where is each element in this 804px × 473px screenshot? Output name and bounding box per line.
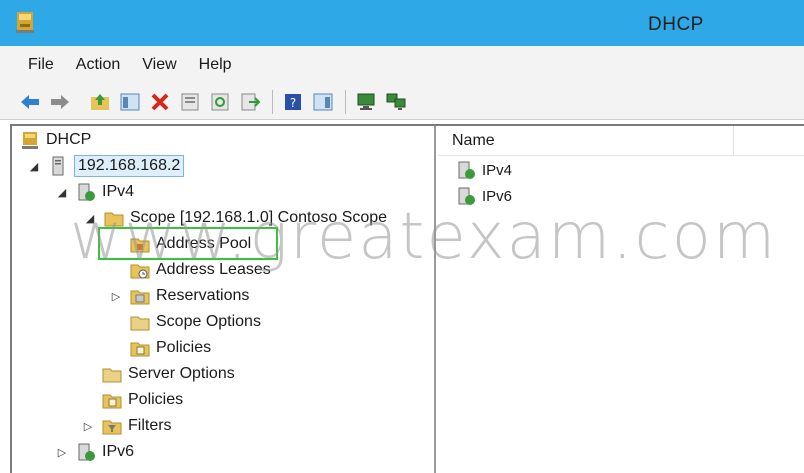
results-pane[interactable]: Name IPv4 IPv6 bbox=[438, 126, 804, 473]
server-icon bbox=[48, 156, 68, 176]
forward-arrow-icon[interactable] bbox=[48, 90, 72, 114]
server-options-folder-icon bbox=[102, 364, 122, 384]
dhcp-app-icon bbox=[14, 10, 36, 34]
tree-item-reservations[interactable]: ▷ Reservations bbox=[110, 284, 249, 308]
tree-item-filters[interactable]: ▷ Filters bbox=[82, 414, 172, 438]
action-pane-icon[interactable] bbox=[311, 90, 335, 114]
tree-item-address-pool[interactable]: Address Pool bbox=[130, 232, 251, 256]
tree-label-reservations: Reservations bbox=[156, 287, 250, 304]
tree-item-ipv6[interactable]: ▷ IPv6 bbox=[56, 440, 134, 464]
up-folder-icon[interactable] bbox=[88, 90, 112, 114]
tree-label-ipv4: IPv4 bbox=[102, 183, 135, 200]
list-item[interactable]: IPv6 bbox=[456, 184, 512, 208]
expanded-triangle-icon[interactable]: ◢ bbox=[56, 186, 68, 199]
tree-item-dhcp[interactable]: DHCP bbox=[20, 128, 91, 152]
filters-folder-icon bbox=[102, 416, 122, 436]
tree-label-server: 192.168.168.2 bbox=[74, 155, 185, 177]
menu-action[interactable]: Action bbox=[76, 56, 120, 74]
menu-view[interactable]: View bbox=[142, 56, 176, 74]
tree-label-scope: Scope [192.168.1.0] Contoso Scope bbox=[130, 209, 388, 226]
properties-icon[interactable] bbox=[178, 90, 202, 114]
list-item-label: IPv4 bbox=[482, 161, 513, 179]
tree-item-address-leases[interactable]: Address Leases bbox=[130, 258, 271, 282]
window-title: DHCP bbox=[648, 14, 704, 35]
collapsed-triangle-icon[interactable]: ▷ bbox=[56, 446, 68, 459]
svg-text:?: ? bbox=[290, 96, 296, 110]
menu-bar: File Action View Help bbox=[0, 46, 804, 84]
list-item-label: IPv6 bbox=[482, 187, 513, 205]
tree-item-ipv4[interactable]: ◢ IPv4 bbox=[56, 180, 134, 204]
help-icon[interactable]: ? bbox=[281, 90, 305, 114]
tree-label-policies: Policies bbox=[128, 391, 184, 408]
list-item[interactable]: IPv4 bbox=[456, 158, 512, 182]
tree-label-filters: Filters bbox=[128, 417, 172, 434]
show-hide-tree-icon[interactable] bbox=[118, 90, 142, 114]
tree-label-address-leases: Address Leases bbox=[156, 261, 271, 278]
reservations-folder-icon bbox=[130, 286, 150, 306]
delete-icon[interactable] bbox=[148, 90, 172, 114]
tree-item-scope[interactable]: ◢ Scope [192.168.1.0] Contoso Scope bbox=[84, 206, 387, 230]
tree-pane[interactable]: DHCP ◢ 192.168.168.2 ◢ IPv4 ◢ Scope [192… bbox=[12, 126, 436, 473]
collapsed-triangle-icon[interactable]: ▷ bbox=[110, 290, 122, 303]
tree-item-server[interactable]: ◢ 192.168.168.2 bbox=[28, 154, 185, 178]
refresh-icon[interactable] bbox=[208, 90, 232, 114]
scope-options-folder-icon bbox=[130, 312, 150, 332]
collapsed-triangle-icon[interactable]: ▷ bbox=[82, 420, 94, 433]
address-leases-folder-icon bbox=[130, 260, 150, 280]
expanded-triangle-icon[interactable]: ◢ bbox=[28, 160, 40, 173]
toolbar: ? bbox=[0, 84, 804, 120]
tree-item-server-options[interactable]: Server Options bbox=[102, 362, 235, 386]
address-pool-folder-icon bbox=[130, 234, 150, 254]
ipv6-icon bbox=[456, 186, 476, 206]
tree-label-address-pool: Address Pool bbox=[156, 235, 252, 252]
back-arrow-icon[interactable] bbox=[18, 90, 42, 114]
dhcp-root-icon bbox=[20, 130, 40, 150]
column-header-name[interactable]: Name bbox=[438, 126, 734, 156]
ipv4-icon bbox=[456, 160, 476, 180]
scope-folder-icon bbox=[104, 208, 124, 228]
export-list-icon[interactable] bbox=[238, 90, 262, 114]
tree-item-scope-policies[interactable]: Policies bbox=[130, 336, 211, 360]
expanded-triangle-icon[interactable]: ◢ bbox=[84, 212, 96, 225]
tree-label-ipv6: IPv6 bbox=[102, 443, 135, 460]
list-header: Name bbox=[438, 126, 804, 156]
computer-icon[interactable] bbox=[354, 90, 378, 114]
title-bar: DHCP bbox=[0, 0, 804, 46]
ipv6-icon bbox=[76, 442, 96, 462]
menu-file[interactable]: File bbox=[28, 56, 54, 74]
menu-help[interactable]: Help bbox=[199, 56, 232, 74]
tree-label-scope-policies: Policies bbox=[156, 339, 212, 356]
policies-folder-icon bbox=[102, 390, 122, 410]
computer-network-icon[interactable] bbox=[384, 90, 408, 114]
tree-item-policies[interactable]: Policies bbox=[102, 388, 183, 412]
ipv4-icon bbox=[76, 182, 96, 202]
tree-label-dhcp: DHCP bbox=[46, 131, 92, 148]
policies-folder-icon bbox=[130, 338, 150, 358]
tree-item-scope-options[interactable]: Scope Options bbox=[130, 310, 261, 334]
tree-label-scope-options: Scope Options bbox=[156, 313, 261, 330]
tree-label-server-options: Server Options bbox=[128, 365, 235, 382]
column-header-empty[interactable] bbox=[734, 126, 804, 155]
